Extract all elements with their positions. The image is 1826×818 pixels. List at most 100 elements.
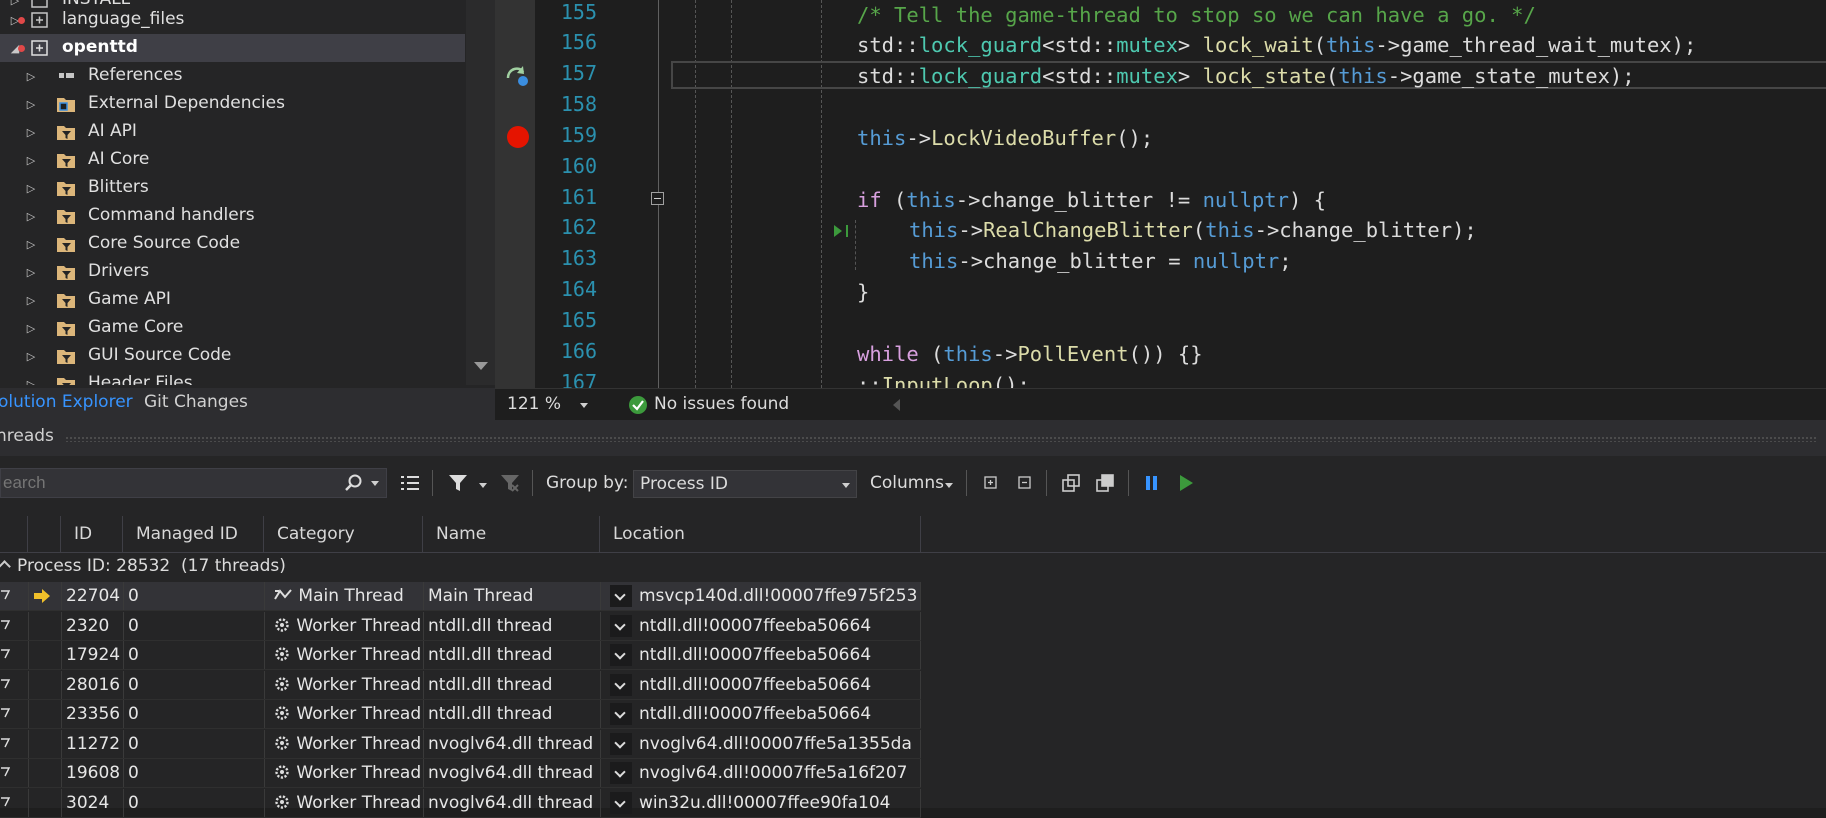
flag-icon[interactable] [0, 708, 10, 718]
column-header-name[interactable]: Name [423, 516, 600, 552]
tree-item-label: Header Files [88, 373, 193, 385]
zoom-dropdown-icon[interactable] [580, 403, 588, 408]
thread-row[interactable]: 17924 0 Worker Thread ntdll.dll thread ntdl… [0, 641, 921, 670]
column-header-category[interactable]: Category [264, 516, 423, 552]
scroll-left-icon[interactable] [893, 399, 900, 411]
flag-icon[interactable] [0, 619, 10, 630]
expand-arrow-icon[interactable]: ▷ [24, 118, 38, 146]
search-input[interactable] [1, 469, 333, 497]
columns-button[interactable]: Columns [870, 470, 944, 496]
excluded-badge-icon [18, 45, 25, 52]
zoom-level[interactable]: 121 % [507, 394, 561, 414]
column-header-flag[interactable] [0, 516, 28, 552]
threads-title-bar[interactable]: hreads [0, 420, 1826, 456]
group-by-select[interactable]: Process ID [633, 470, 857, 498]
search-options-dropdown-icon[interactable] [371, 481, 379, 486]
collapse-group-icon[interactable] [0, 560, 11, 573]
run-to-click-icon[interactable] [832, 222, 852, 240]
thaw-threads-icon[interactable] [1094, 470, 1118, 496]
expand-arrow-icon[interactable]: ▷ [24, 174, 38, 202]
thread-row[interactable]: 2320 0 Worker Thread ntdll.dll thread ntdll… [0, 611, 921, 641]
code-text[interactable]: /* Tell the game-thread to stop so we ca… [665, 0, 1825, 388]
expand-arrow-icon[interactable]: ▷ [24, 258, 38, 286]
tab-solution-explorer[interactable]: olution Explorer [0, 392, 133, 412]
freeze-threads-icon[interactable] [1060, 470, 1084, 496]
flag-icon[interactable] [0, 590, 10, 600]
expand-callstack-button[interactable] [610, 614, 632, 637]
column-header-location[interactable]: Location [600, 516, 921, 552]
expand-callstack-button[interactable] [610, 585, 632, 607]
column-divider [920, 729, 921, 758]
thread-row[interactable]: 11272 0 Worker Thread nvoglv64.dll thread n… [0, 729, 921, 759]
expand-callstack-button[interactable] [610, 791, 632, 814]
collapse-region-icon[interactable] [651, 192, 664, 205]
tree-item-language-files[interactable]: ▷ language_files [0, 6, 465, 34]
column-header-current[interactable] [28, 516, 61, 552]
expand-callstack-button[interactable] [610, 732, 632, 755]
scroll-down-icon[interactable] [474, 362, 488, 370]
tree-item-ai-core[interactable]: ▷ AI Core [0, 146, 465, 174]
expand-groups-icon[interactable] [982, 470, 1000, 496]
search-icon[interactable] [343, 473, 363, 493]
column-header-id[interactable]: ID [61, 516, 123, 552]
expand-callstack-button[interactable] [610, 703, 632, 725]
expand-arrow-icon[interactable]: ▷ [24, 286, 38, 314]
expand-arrow-icon[interactable]: ▷ [24, 314, 38, 342]
tree-item-drivers[interactable]: ▷ Drivers [0, 258, 465, 286]
tree-item-command-handlers[interactable]: ▷ Command handlers [0, 202, 465, 230]
expand-arrow-icon[interactable]: ▷ [24, 342, 38, 370]
expand-callstack-button[interactable] [610, 762, 632, 784]
columns-dropdown-icon[interactable] [945, 483, 953, 488]
tree-item-core-source-code[interactable]: ▷ Core Source Code [0, 230, 465, 258]
expand-arrow-icon[interactable]: ▷ [24, 62, 38, 90]
issues-status[interactable]: No issues found [654, 394, 789, 414]
process-group-header[interactable]: Process ID: 28532 (17 threads) [0, 552, 1826, 582]
tree-item-game-api[interactable]: ▷ Game API [0, 286, 465, 314]
tree-item-header-files[interactable]: ▷ Header Files [0, 370, 465, 385]
tree-item-ai-api[interactable]: ▷ AI API [0, 118, 465, 146]
indicator-margin[interactable] [495, 0, 535, 388]
continue-icon[interactable] [1176, 470, 1196, 496]
flag-icon[interactable] [0, 767, 10, 777]
tree-item-openttd[interactable]: ◢ openttd [0, 34, 465, 62]
thread-row[interactable]: 28016 0 Worker Thread ntdll.dll thread ntdl… [0, 670, 921, 700]
column-divider [920, 641, 921, 669]
tree-item-external-dependencies[interactable]: ▷ External Dependencies [0, 90, 465, 118]
expand-arrow-icon[interactable]: ▷ [24, 146, 38, 174]
code-editor[interactable]: 155 156 157 158 159 160 161 162 163 164 … [495, 0, 1826, 388]
flag-icon[interactable] [0, 649, 10, 659]
solution-scrollbar[interactable] [466, 0, 495, 385]
tree-item-gui-source-code[interactable]: ▷ GUI Source Code [0, 342, 465, 370]
clear-flags-icon[interactable] [498, 470, 522, 496]
pause-icon[interactable] [1142, 470, 1162, 496]
column-header-managed-id[interactable]: Managed ID [123, 516, 264, 552]
flag-filter-dropdown-icon[interactable] [479, 483, 487, 488]
expand-arrow-icon[interactable]: ▷ [24, 202, 38, 230]
expand-callstack-button[interactable] [610, 644, 632, 666]
flag-icon[interactable] [0, 737, 10, 748]
expand-callstack-button[interactable] [610, 673, 632, 696]
flag-icon[interactable] [0, 796, 10, 807]
tree-item-game-core[interactable]: ▷ Game Core [0, 314, 465, 342]
expand-arrow-icon[interactable]: ▷ [24, 230, 38, 258]
thread-row[interactable]: 22704 0 Main Thread Main Thread msvcp140d.d… [0, 582, 921, 611]
column-divider [423, 759, 424, 787]
flag-icon[interactable] [0, 678, 10, 689]
breakpoint-icon[interactable] [507, 126, 529, 148]
collapse-groups-icon[interactable] [1016, 470, 1034, 496]
expand-callstacks-icon[interactable] [398, 470, 422, 496]
column-divider [264, 729, 265, 758]
thread-id: 3024 [66, 792, 110, 813]
expand-arrow-icon[interactable]: ▷ [24, 90, 38, 118]
thread-row[interactable]: 23356 0 Worker Thread ntdll.dll thread ntdl… [0, 700, 921, 729]
expand-arrow-icon[interactable]: ▷ [24, 370, 38, 386]
project-icon [31, 40, 48, 56]
column-divider [28, 788, 29, 817]
search-box[interactable] [0, 468, 387, 498]
flag-filter-icon[interactable] [446, 470, 470, 496]
tree-item-blitters[interactable]: ▷ Blitters [0, 174, 465, 202]
thread-row[interactable]: 19608 0 Worker Thread nvoglv64.dll thread n… [0, 759, 921, 788]
tree-item-references[interactable]: ▷ References [0, 62, 465, 90]
tab-git-changes[interactable]: Git Changes [144, 392, 248, 412]
thread-row[interactable]: 3024 0 Worker Thread nvoglv64.dll thread wi… [0, 788, 921, 818]
